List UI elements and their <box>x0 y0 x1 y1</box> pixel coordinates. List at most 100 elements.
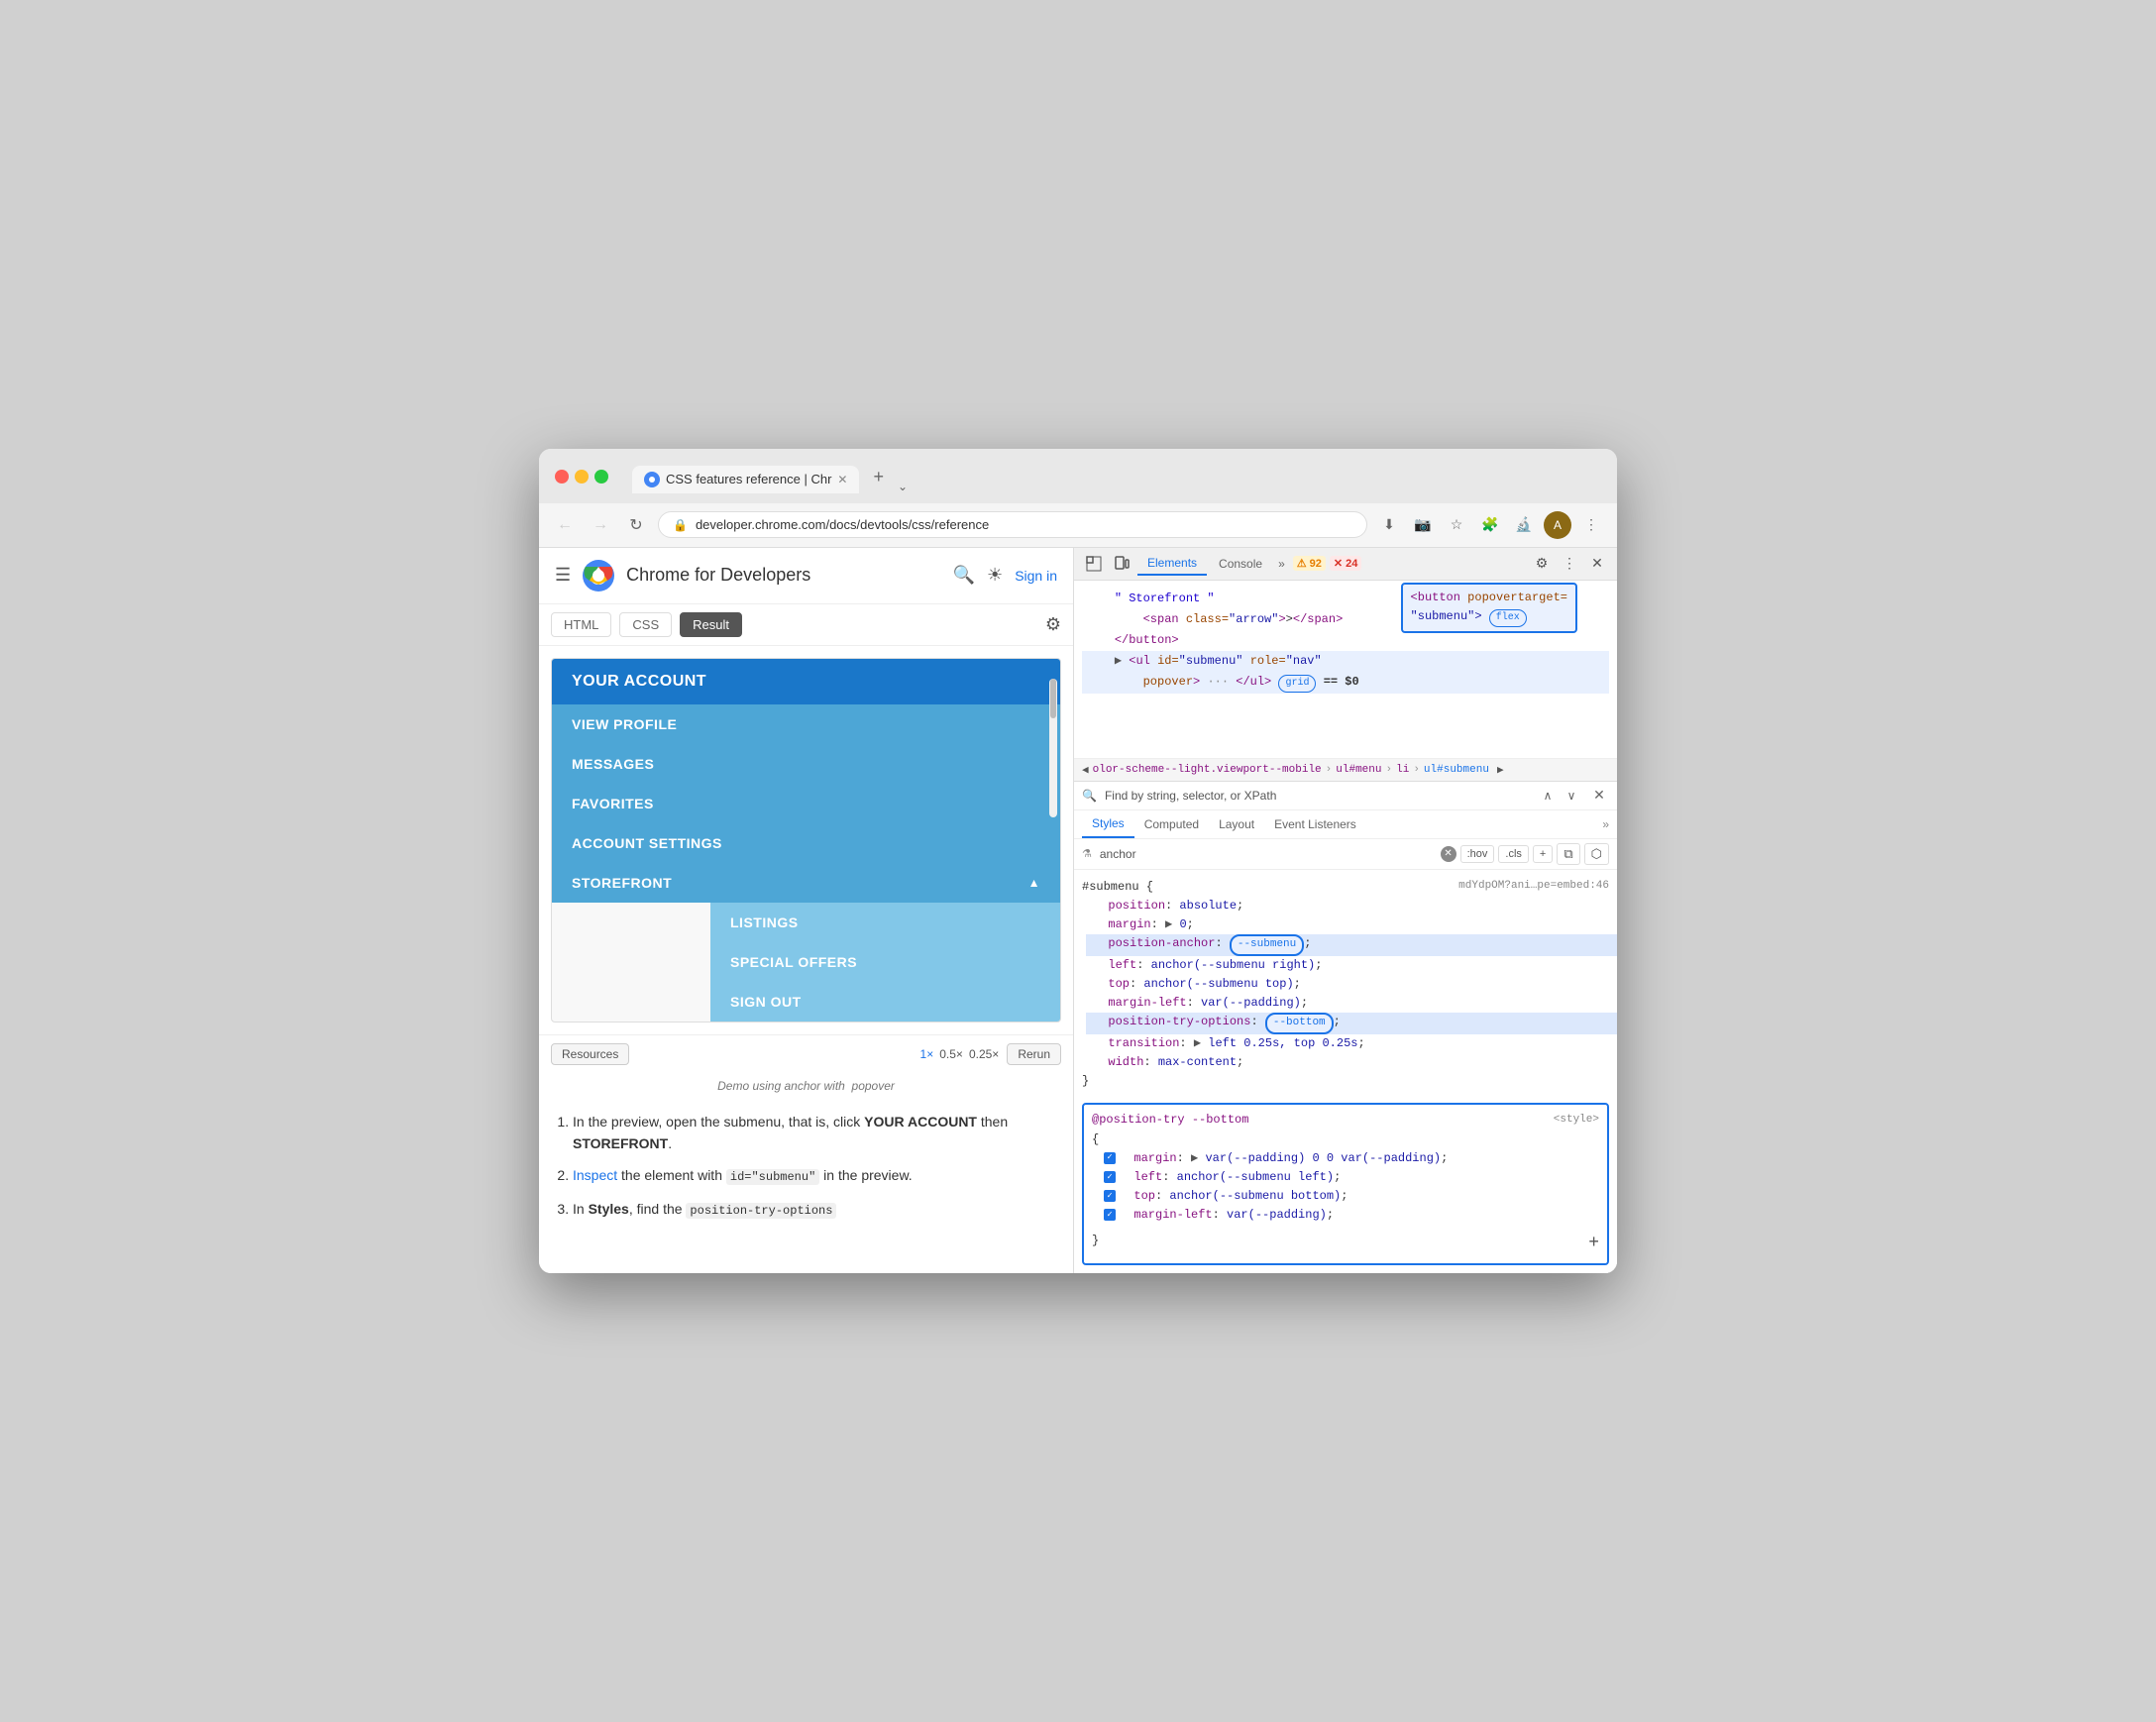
elements-tab[interactable]: Elements <box>1137 552 1207 576</box>
add-rule-button[interactable]: + <box>1588 1230 1599 1258</box>
pt-top-checkbox[interactable] <box>1104 1190 1116 1202</box>
listings-item[interactable]: LISTINGS <box>710 903 1060 942</box>
extensions-button[interactable]: 🧩 <box>1476 511 1504 539</box>
result-tab[interactable]: Result <box>680 612 742 637</box>
breadcrumb-ul-menu[interactable]: ul#menu <box>1336 764 1381 776</box>
special-offers-item[interactable]: SPECIAL OFFERS <box>710 942 1060 982</box>
download-button[interactable]: ⬇ <box>1375 511 1403 539</box>
resources-button[interactable]: Resources <box>551 1043 629 1065</box>
html-tab[interactable]: HTML <box>551 612 611 637</box>
address-bar[interactable]: 🔒 developer.chrome.com/docs/devtools/css… <box>658 511 1367 538</box>
style-icon-button[interactable]: ⬡ <box>1584 843 1609 865</box>
tab-title: CSS features reference | Chr <box>666 472 831 486</box>
tab-close-button[interactable]: ✕ <box>837 473 847 486</box>
more-tabs-button[interactable]: » <box>1278 557 1285 571</box>
step-3: In Styles, find the position-try-options <box>573 1198 1057 1221</box>
css-rules: #submenu { mdYdpOM?ani…pe=embed:46 posit… <box>1074 870 1617 1274</box>
reload-button[interactable]: ↻ <box>622 511 650 539</box>
account-settings-item[interactable]: ACCOUNT SETTINGS <box>552 823 1060 863</box>
submenu-selector: #submenu { <box>1082 878 1153 897</box>
pt-margin-checkbox[interactable] <box>1104 1152 1116 1164</box>
favorites-item[interactable]: FAVORITES <box>552 784 1060 823</box>
html-scrollbar[interactable] <box>1049 677 1057 815</box>
inspect-element-button[interactable] <box>1082 552 1106 576</box>
profile-avatar[interactable]: A <box>1544 511 1571 539</box>
devtools-more-button[interactable]: ⋮ <box>1558 552 1581 576</box>
search-prev-button[interactable]: ∧ <box>1538 786 1558 806</box>
search-bar: 🔍 ∧ ∨ ✕ <box>1074 782 1617 810</box>
code-settings-button[interactable]: ⚙ <box>1045 614 1061 635</box>
hover-state-button[interactable]: :hov <box>1460 845 1495 863</box>
class-button[interactable]: .cls <box>1498 845 1529 863</box>
copy-style-button[interactable]: ⧉ <box>1557 843 1579 865</box>
messages-item[interactable]: MESSAGES <box>552 744 1060 784</box>
maximize-button[interactable] <box>594 470 608 484</box>
search-icon: 🔍 <box>1082 789 1097 803</box>
tab-more-button[interactable]: ⌄ <box>898 480 908 493</box>
styles-tabs: Styles Computed Layout Event Listeners » <box>1074 810 1617 839</box>
hamburger-menu[interactable]: ☰ <box>555 565 571 586</box>
event-listeners-tab[interactable]: Event Listeners <box>1264 811 1366 837</box>
layout-tab[interactable]: Layout <box>1209 811 1264 837</box>
search-next-button[interactable]: ∨ <box>1562 786 1581 806</box>
demo-area: YOUR ACCOUNT VIEW PROFILE MESSAGES FAVOR… <box>551 658 1061 1022</box>
your-account-label[interactable]: YOUR ACCOUNT <box>572 673 1040 691</box>
breadcrumb-nav-left[interactable]: ◀ <box>1082 763 1089 777</box>
zoom-buttons: 1× 0.5× 0.25× <box>920 1047 1000 1061</box>
breadcrumb-ul-submenu[interactable]: ul#submenu <box>1424 764 1489 776</box>
css-tab[interactable]: CSS <box>619 612 672 637</box>
theme-toggle[interactable]: ☀ <box>987 565 1003 586</box>
main-content: ☰ Chrome for Developers 🔍 ☀ Sign in <box>539 548 1617 1274</box>
css-source: mdYdpOM?ani…pe=embed:46 <box>1458 878 1609 897</box>
new-tab-button[interactable]: + <box>863 461 894 493</box>
console-tab[interactable]: Console <box>1209 553 1272 575</box>
position-try-selector: @position-try --bottom <box>1092 1111 1248 1130</box>
more-styles-tabs[interactable]: » <box>1602 817 1609 831</box>
filter-input[interactable] <box>1100 847 1433 861</box>
back-button[interactable]: ← <box>551 511 579 539</box>
camera-button[interactable]: 📷 <box>1409 511 1437 539</box>
zoom-1x[interactable]: 1× <box>920 1047 934 1061</box>
active-tab[interactable]: CSS features reference | Chr ✕ <box>632 466 859 493</box>
styles-bold: Styles <box>589 1201 629 1217</box>
style-source-link[interactable]: <style> <box>1554 1112 1599 1130</box>
search-button[interactable]: 🔍 <box>953 565 975 586</box>
view-profile-item[interactable]: VIEW PROFILE <box>552 704 1060 744</box>
clear-filter-button[interactable]: ✕ <box>1441 846 1456 862</box>
bookmark-button[interactable]: ☆ <box>1443 511 1470 539</box>
forward-button[interactable]: → <box>587 511 614 539</box>
close-button[interactable] <box>555 470 569 484</box>
computed-tab[interactable]: Computed <box>1134 811 1209 837</box>
tabs-row: CSS features reference | Chr ✕ + ⌄ <box>632 461 908 493</box>
minimize-button[interactable] <box>575 470 589 484</box>
css-position-try-options-prop: position-try-options: --bottom; <box>1086 1013 1617 1034</box>
position-try-options-badge[interactable]: --bottom <box>1265 1013 1334 1034</box>
breadcrumb-nav-right[interactable]: ▶ <box>1497 763 1504 777</box>
pt-margin-left-checkbox[interactable] <box>1104 1209 1116 1221</box>
styles-tab[interactable]: Styles <box>1082 810 1134 838</box>
rerun-button[interactable]: Rerun <box>1007 1043 1061 1065</box>
breadcrumb-li[interactable]: li <box>1396 764 1409 776</box>
chrome-menu-button[interactable]: ⋮ <box>1577 511 1605 539</box>
zoom-0-25x[interactable]: 0.25× <box>969 1047 999 1061</box>
html-line-close-button: </button> <box>1082 630 1609 651</box>
zoom-0-5x[interactable]: 0.5× <box>939 1047 963 1061</box>
inspect-link[interactable]: Inspect <box>573 1167 617 1183</box>
step-1: In the preview, open the submenu, that i… <box>573 1111 1057 1155</box>
search-input[interactable] <box>1105 789 1530 803</box>
add-style-button[interactable]: + <box>1533 845 1553 863</box>
position-anchor-badge[interactable]: --submenu <box>1230 934 1304 956</box>
sign-out-item[interactable]: SIGN OUT <box>710 982 1060 1022</box>
storefront-item[interactable]: STOREFRONT ▲ <box>552 863 1060 903</box>
breadcrumb-viewport[interactable]: olor-scheme--light.viewport--mobile <box>1093 764 1322 776</box>
device-toolbar-button[interactable] <box>1110 552 1133 576</box>
search-nav-buttons: ∧ ∨ <box>1538 786 1581 806</box>
search-close-button[interactable]: ✕ <box>1589 786 1609 806</box>
filter-action-buttons: ✕ :hov .cls + ⧉ ⬡ <box>1441 843 1609 865</box>
devtools-close-button[interactable]: ✕ <box>1585 552 1609 576</box>
pt-left-checkbox[interactable] <box>1104 1171 1116 1183</box>
pt-margin-prop: margin: ▶ var(--padding) 0 0 var(--paddi… <box>1104 1149 1599 1168</box>
sign-in-button[interactable]: Sign in <box>1015 568 1057 584</box>
devtools-settings-button[interactable]: ⚙ <box>1530 552 1554 576</box>
experiments-button[interactable]: 🔬 <box>1510 511 1538 539</box>
